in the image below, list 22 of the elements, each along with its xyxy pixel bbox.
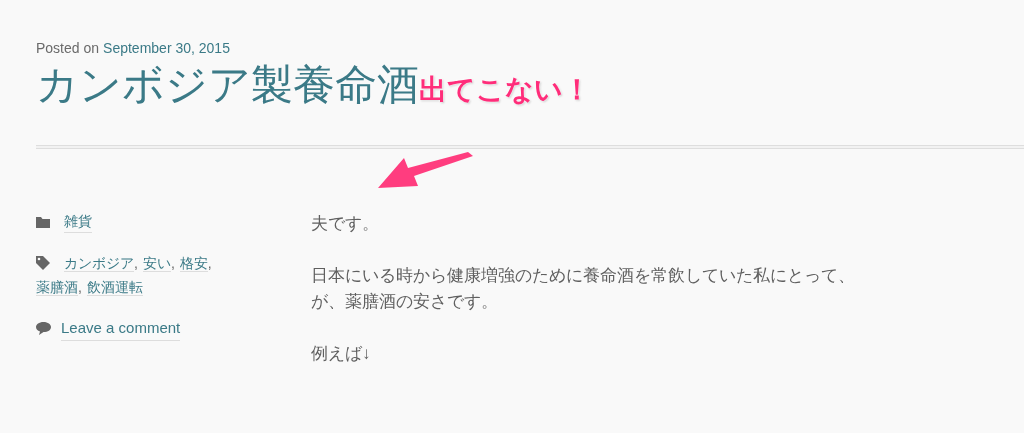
post-title: カンボジア製養命酒 <box>36 60 419 110</box>
tag-link[interactable]: 安い <box>142 255 171 272</box>
tag-link[interactable]: カンボジア <box>64 255 134 272</box>
comment-link[interactable]: Leave a comment <box>61 317 181 341</box>
tag-link[interactable]: 飲酒運転 <box>86 279 143 296</box>
tag-separator: , <box>134 255 138 271</box>
tag-icon <box>36 256 50 270</box>
annotation-text: 出てこない！ <box>419 73 591 107</box>
tag-separator: , <box>170 255 175 271</box>
body-text: 日本にいる時から健康増強のために養命酒を常飲していた私にとって、 <box>311 265 855 287</box>
tag-link[interactable]: 薬膳酒 <box>36 279 78 296</box>
category-link[interactable]: 雑貨 <box>64 211 92 233</box>
body-text: 例えば↓ <box>311 343 372 365</box>
tag-link[interactable]: 格安 <box>179 255 208 272</box>
date-link[interactable]: September 30, 2015 <box>103 38 230 59</box>
posted-label: Posted on <box>36 39 100 58</box>
tag-separator: , <box>78 279 82 295</box>
folder-icon <box>36 216 50 228</box>
comment-icon <box>36 322 51 336</box>
body-text: が、薬膳酒の安さです。 <box>311 291 499 313</box>
tag-separator: , <box>207 255 212 271</box>
body-text: 夫です。 <box>311 213 380 235</box>
